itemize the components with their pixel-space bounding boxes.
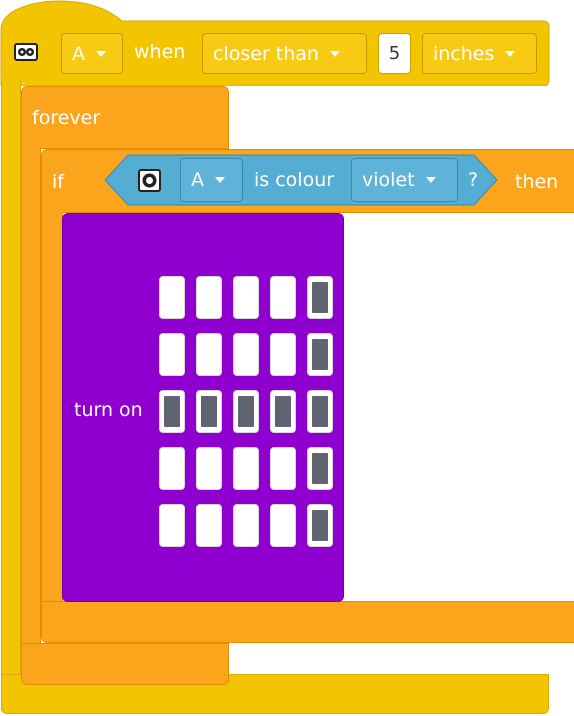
is-colour-label: is colour — [254, 169, 335, 191]
turn-on-label: turn on — [74, 399, 143, 421]
chevron-down-icon — [329, 50, 340, 57]
when-port-value: A — [72, 42, 85, 65]
distance-input[interactable]: 5 — [378, 33, 411, 74]
led-cell[interactable] — [270, 276, 296, 319]
color-sensor-icon — [138, 169, 161, 192]
when-port-dropdown[interactable]: A — [61, 33, 123, 74]
led-cell[interactable] — [159, 447, 185, 490]
led-cell[interactable] — [270, 333, 296, 376]
then-label: then — [515, 171, 559, 193]
led-cell[interactable] — [233, 504, 259, 547]
forever-label: forever — [32, 107, 101, 129]
led-cell[interactable] — [196, 447, 222, 490]
led-cell[interactable] — [307, 333, 333, 376]
led-cell[interactable] — [270, 504, 296, 547]
when-block-spine — [1, 80, 21, 710]
forever-block[interactable]: forever — [21, 86, 229, 149]
comparison-dropdown[interactable]: closer than — [202, 33, 367, 74]
led-cell[interactable] — [233, 447, 259, 490]
led-cell[interactable] — [159, 504, 185, 547]
led-matrix[interactable] — [159, 276, 333, 547]
led-cell[interactable] — [233, 333, 259, 376]
led-cell[interactable] — [196, 390, 222, 433]
unit-value: inches — [433, 42, 495, 65]
chevron-down-icon — [425, 177, 436, 183]
led-cell[interactable] — [233, 276, 259, 319]
forever-block-footer — [21, 643, 229, 685]
led-cell[interactable] — [196, 276, 222, 319]
unit-dropdown[interactable]: inches — [422, 33, 537, 74]
led-cell[interactable] — [196, 504, 222, 547]
color-condition-block[interactable]: A is colour violet ? — [104, 154, 498, 206]
led-cell[interactable] — [159, 333, 185, 376]
led-cell[interactable] — [270, 447, 296, 490]
led-cell[interactable] — [196, 333, 222, 376]
when-block[interactable]: A when closer than 5 inches — [0, 0, 574, 86]
chevron-down-icon — [96, 50, 106, 57]
led-cell[interactable] — [307, 276, 333, 319]
if-label: if — [52, 171, 64, 193]
led-cell[interactable] — [159, 390, 185, 433]
led-cell[interactable] — [307, 504, 333, 547]
colour-value: violet — [362, 169, 415, 191]
condition-port-dropdown[interactable]: A — [180, 158, 243, 202]
led-cell[interactable] — [307, 390, 333, 433]
led-cell[interactable] — [270, 390, 296, 433]
if-block-spine — [41, 212, 63, 602]
chevron-down-icon — [505, 50, 516, 57]
chevron-down-icon — [215, 177, 225, 183]
distance-sensor-icon — [14, 43, 38, 61]
led-cell[interactable] — [159, 276, 185, 319]
question-label: ? — [468, 169, 479, 191]
led-cell[interactable] — [233, 390, 259, 433]
if-block-footer — [41, 601, 574, 643]
when-label: when — [134, 41, 186, 63]
condition-port-value: A — [191, 169, 204, 191]
comparison-value: closer than — [213, 42, 319, 65]
colour-dropdown[interactable]: violet — [351, 158, 458, 202]
forever-block-spine — [21, 148, 41, 648]
led-cell[interactable] — [307, 447, 333, 490]
